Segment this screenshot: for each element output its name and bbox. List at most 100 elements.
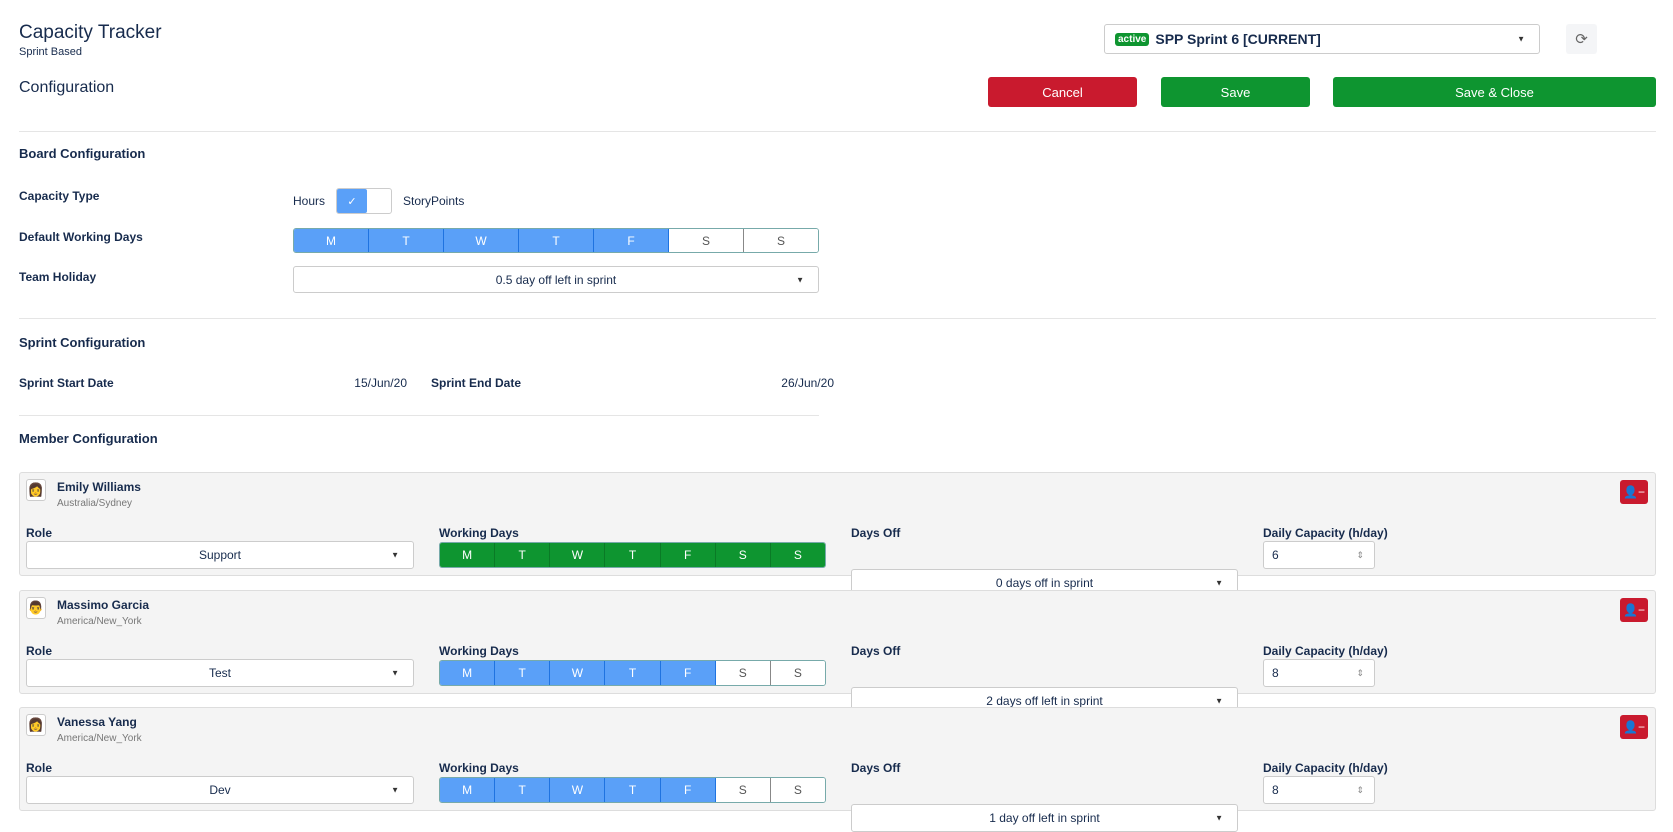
divider [19,318,1656,319]
day-toggle[interactable]: W [444,229,519,252]
role-select[interactable]: Test ▼ [26,659,414,687]
avatar: 👩 [26,714,46,736]
day-toggle[interactable]: T [519,229,594,252]
chevron-down-icon: ▼ [1215,813,1223,823]
role-select[interactable]: Dev ▼ [26,776,414,804]
chevron-down-icon: ▼ [391,550,399,560]
daily-capacity-input[interactable]: 8 ⇕ [1263,659,1375,687]
daily-capacity-label: Daily Capacity (h/day) [1263,526,1388,540]
member-name: Massimo Garcia [57,598,150,612]
working-day-toggle[interactable]: W [550,778,606,802]
working-day-toggle[interactable]: T [605,543,661,567]
refresh-icon: ⟳ [1575,31,1588,48]
member-working-days: MTWTFSS [439,660,826,686]
team-holiday-select[interactable]: 0.5 day off left in sprint ▼ [293,266,819,293]
stepper-icon[interactable]: ⇕ [1356,550,1364,561]
active-badge: active [1115,32,1150,46]
working-day-toggle[interactable]: W [550,661,606,685]
daily-capacity-input[interactable]: 8 ⇕ [1263,776,1375,804]
member-timezone: Australia/Sydney [57,498,133,509]
stepper-icon[interactable]: ⇕ [1356,668,1364,679]
remove-member-button[interactable]: 👤− [1620,480,1648,504]
remove-member-button[interactable]: 👤− [1620,715,1648,739]
working-day-toggle[interactable]: S [715,661,771,685]
role-label: Role [26,644,53,658]
remove-user-icon: 👤− [1623,603,1645,617]
day-toggle[interactable]: T [369,229,444,252]
cancel-button[interactable]: Cancel [988,77,1137,107]
sprint-end-date: 26/Jun/20 [781,376,834,390]
sprint-name: SPP Sprint 6 [CURRENT] [1155,31,1321,47]
working-day-toggle[interactable]: F [660,543,716,567]
days-off-label: Days Off [851,761,901,775]
divider [19,131,1656,132]
day-toggle[interactable]: S [669,229,744,252]
save-button[interactable]: Save [1161,77,1310,107]
working-day-toggle[interactable]: F [660,778,716,802]
default-working-days-label: Default Working Days [19,230,143,244]
working-days-label: Working Days [439,526,519,540]
working-day-toggle[interactable]: W [550,543,606,567]
remove-user-icon: 👤− [1623,720,1645,734]
stepper-icon[interactable]: ⇕ [1356,785,1364,796]
member-card: 👩 Emily Williams Australia/Sydney 👤− Rol… [19,472,1656,597]
member-name: Vanessa Yang [57,715,137,729]
days-off-value: 1 day off left in sprint [989,811,1100,825]
working-day-toggle[interactable]: M [440,778,496,802]
working-day-toggle[interactable]: S [715,543,771,567]
days-off-label: Days Off [851,644,901,658]
working-day-toggle[interactable]: F [660,661,716,685]
member-timezone: America/New_York [57,616,142,627]
chevron-down-icon: ▼ [391,668,399,678]
sprint-start-date: 15/Jun/20 [354,376,407,390]
app-title: Capacity Tracker [19,22,162,43]
daily-capacity-input[interactable]: 6 ⇕ [1263,541,1375,569]
remove-user-icon: 👤− [1623,485,1645,499]
days-off-value: 0 days off in sprint [995,576,1094,590]
working-day-toggle[interactable]: T [495,661,551,685]
chevron-down-icon: ▼ [1215,696,1223,706]
daily-capacity-label: Daily Capacity (h/day) [1263,761,1388,775]
chevron-down-icon: ▼ [391,785,399,795]
daily-capacity-value: 6 [1272,548,1279,562]
working-day-toggle[interactable]: S [770,661,825,685]
working-day-toggle[interactable]: T [495,778,551,802]
working-days-label: Working Days [439,761,519,775]
sprint-select[interactable]: active SPP Sprint 6 [CURRENT] ▼ [1104,24,1540,54]
role-select[interactable]: Support ▼ [26,541,414,569]
role-value: Test [208,666,231,680]
team-holiday-value: 0.5 day off left in sprint [495,272,617,287]
days-off-select[interactable]: 1 day off left in sprint ▼ [851,804,1238,832]
save-close-button[interactable]: Save & Close [1333,77,1656,107]
working-day-toggle[interactable]: S [770,543,825,567]
remove-member-button[interactable]: 👤− [1620,598,1648,622]
working-days-label: Working Days [439,644,519,658]
divider [19,415,819,416]
capacity-type-toggle[interactable]: ✓ [336,188,392,214]
working-day-toggle[interactable]: T [605,778,661,802]
member-timezone: America/New_York [57,733,142,744]
days-off-label: Days Off [851,526,901,540]
avatar: 👨 [26,597,46,619]
member-card: 👨 Massimo Garcia America/New_York 👤− Rol… [19,590,1656,715]
day-toggle[interactable]: F [594,229,669,252]
member-working-days: MTWTFSS [439,542,826,568]
sprint-start-label: Sprint Start Date [19,376,114,390]
working-day-toggle[interactable]: M [440,543,496,567]
working-day-toggle[interactable]: T [495,543,551,567]
days-off-value: 2 days off left in sprint [986,694,1103,708]
day-toggle[interactable]: S [744,229,818,252]
working-day-toggle[interactable]: M [440,661,496,685]
story-points-label: StoryPoints [403,194,465,208]
role-value: Support [198,548,242,562]
working-day-toggle[interactable]: S [770,778,825,802]
role-value: Dev [209,783,231,797]
working-day-toggle[interactable]: S [715,778,771,802]
daily-capacity-value: 8 [1272,666,1279,680]
daily-capacity-label: Daily Capacity (h/day) [1263,644,1388,658]
default-working-days: MTWTFSS [293,228,819,253]
check-icon: ✓ [337,189,367,213]
working-day-toggle[interactable]: T [605,661,661,685]
refresh-button[interactable]: ⟳ [1566,24,1597,54]
day-toggle[interactable]: M [294,229,369,252]
